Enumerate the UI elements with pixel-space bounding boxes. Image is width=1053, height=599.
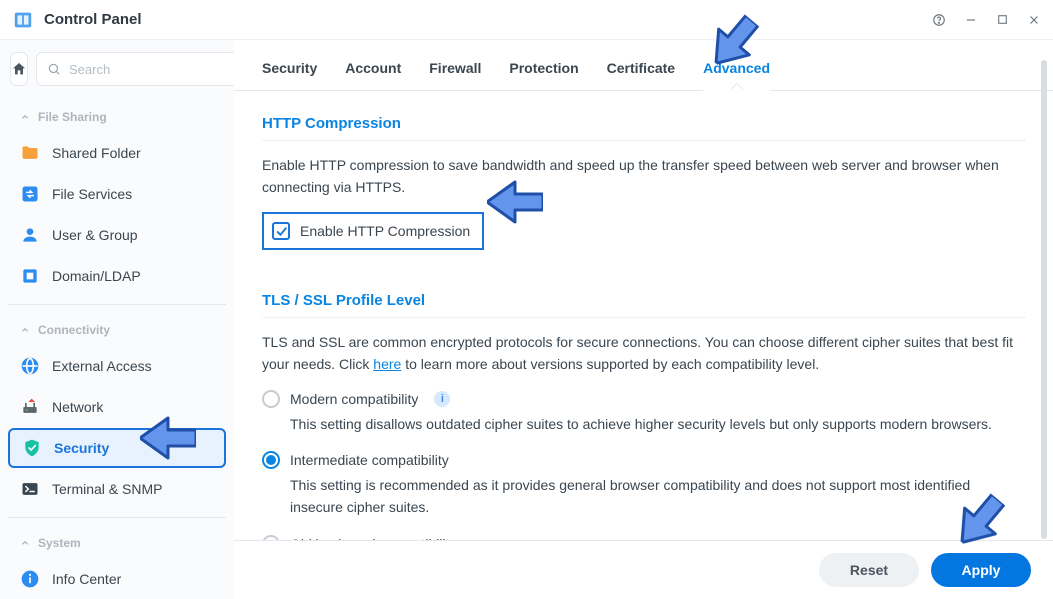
section-connectivity[interactable]: Connectivity [8,313,226,345]
radio-icon [262,451,280,469]
radio-intermediate-desc: This setting is recommended as it provid… [290,475,1025,518]
radio-icon [262,390,280,408]
close-icon[interactable] [1027,13,1041,27]
chevron-up-icon [20,538,30,548]
sidebar-item-network[interactable]: Network [8,387,226,427]
tls-title: TLS / SSL Profile Level [262,272,1025,318]
radio-modern-desc: This setting disallows outdated cipher s… [290,414,1025,436]
title-bar: Control Panel [0,0,1053,40]
window-title: Control Panel [44,11,142,28]
search-icon [47,62,61,76]
enable-http-compression-checkbox[interactable]: Enable HTTP Compression [262,212,484,250]
folder-icon [20,143,40,163]
radio-label: Intermediate compatibility [290,452,449,468]
http-compression-title: HTTP Compression [262,95,1025,141]
help-icon[interactable] [932,13,946,27]
footer: Reset Apply [234,540,1053,599]
section-label: File Sharing [38,110,107,124]
tls-desc: TLS and SSL are common encrypted protoco… [262,332,1025,375]
chevron-up-icon [20,112,30,122]
search-field[interactable] [67,61,234,78]
checkbox-label: Enable HTTP Compression [300,223,470,239]
sidebar-item-file-services[interactable]: File Services [8,174,226,214]
radio-icon [262,535,280,540]
sidebar-item-domain-ldap[interactable]: Domain/LDAP [8,256,226,296]
maximize-icon[interactable] [996,13,1009,26]
tab-advanced[interactable]: Advanced [703,60,770,90]
section-file-sharing[interactable]: File Sharing [8,100,226,132]
sidebar-item-label: Shared Folder [52,145,141,161]
sidebar-item-label: Network [52,399,103,415]
section-label: Connectivity [38,323,110,337]
sidebar: File Sharing Shared Folder File Services… [0,40,234,599]
radio-old[interactable]: Old backward compatibility [262,535,1025,540]
terminal-icon [20,479,40,499]
shield-icon [22,438,42,458]
user-icon [20,225,40,245]
router-icon [20,397,40,417]
chevron-up-icon [20,325,30,335]
tab-account[interactable]: Account [345,60,401,90]
sidebar-item-user-group[interactable]: User & Group [8,215,226,255]
sidebar-item-label: User & Group [52,227,138,243]
sidebar-item-info-center[interactable]: Info Center [8,559,226,599]
content-scrollbar[interactable] [1041,60,1047,539]
sidebar-item-security[interactable]: Security [8,428,226,468]
radio-intermediate[interactable]: Intermediate compatibility [262,451,1025,469]
tabs: Security Account Firewall Protection Cer… [234,40,1053,91]
globe-icon [20,356,40,376]
radio-label: Modern compatibility [290,391,418,407]
http-compression-desc: Enable HTTP compression to save bandwidt… [262,155,1025,198]
info-badge-icon[interactable]: i [434,391,450,407]
sidebar-item-label: Domain/LDAP [52,268,141,284]
app-icon [12,9,34,31]
sidebar-item-label: Terminal & SNMP [52,481,162,497]
minimize-icon[interactable] [964,13,978,27]
domain-icon [20,266,40,286]
sidebar-item-label: File Services [52,186,132,202]
section-system[interactable]: System [8,526,226,558]
transfer-icon [20,184,40,204]
tab-certificate[interactable]: Certificate [607,60,675,90]
search-input[interactable] [36,52,234,86]
sidebar-item-external-access[interactable]: External Access [8,346,226,386]
tab-firewall[interactable]: Firewall [429,60,481,90]
reset-button[interactable]: Reset [819,553,919,587]
sidebar-item-label: Security [54,440,109,456]
tab-security[interactable]: Security [262,60,317,90]
content-scroll: HTTP Compression Enable HTTP compression… [234,91,1053,540]
checkbox-icon [272,222,290,240]
radio-label: Old backward compatibility [290,536,457,540]
info-icon [20,569,40,589]
section-label: System [38,536,81,550]
tls-here-link[interactable]: here [373,356,401,372]
home-button[interactable] [10,52,28,86]
sidebar-item-label: Info Center [52,571,121,587]
sidebar-item-terminal-snmp[interactable]: Terminal & SNMP [8,469,226,509]
sidebar-item-shared-folder[interactable]: Shared Folder [8,133,226,173]
tab-protection[interactable]: Protection [509,60,578,90]
sidebar-item-label: External Access [52,358,152,374]
apply-button[interactable]: Apply [931,553,1031,587]
radio-modern[interactable]: Modern compatibility i [262,390,1025,408]
